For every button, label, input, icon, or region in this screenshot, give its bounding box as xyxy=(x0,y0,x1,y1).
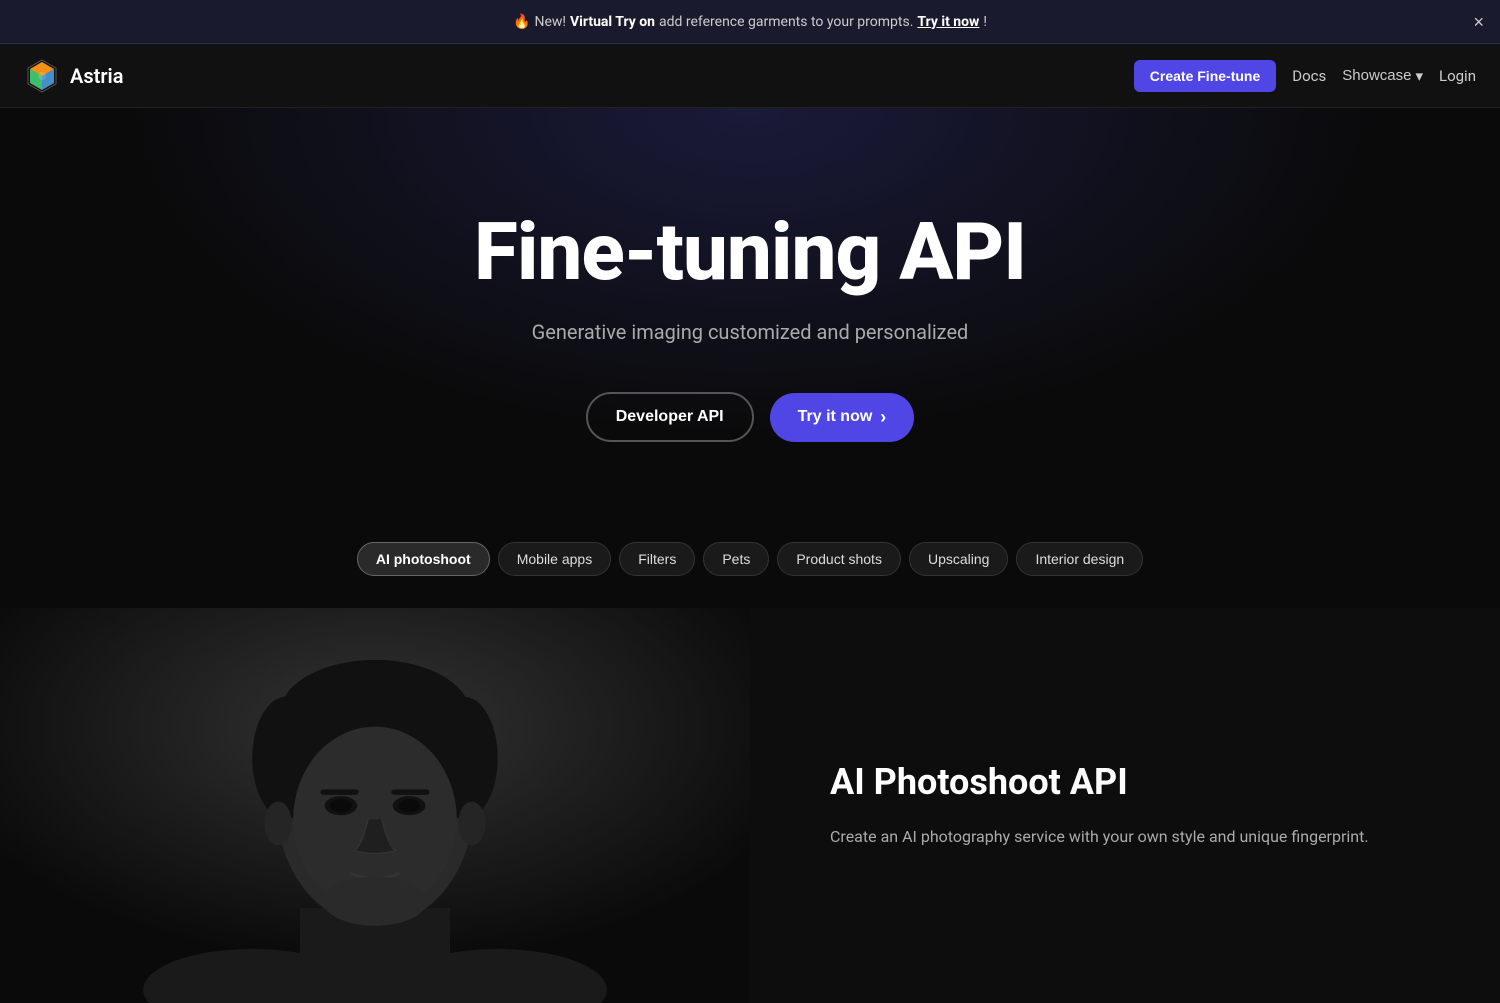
banner-try-link[interactable]: Try it now xyxy=(917,14,979,30)
login-link[interactable]: Login xyxy=(1439,67,1476,85)
banner-content: 🔥 New! Virtual Try on add reference garm… xyxy=(513,14,987,30)
content-section: AI Photoshoot API Create an AI photograp… xyxy=(0,608,1500,1003)
astria-logo-icon xyxy=(24,58,60,94)
banner-bold-text: Virtual Try on xyxy=(570,14,655,30)
navbar-right: Create Fine-tune Docs Showcase ▾ Login xyxy=(1134,60,1476,92)
banner-prefix: New! xyxy=(534,14,566,30)
try-now-label: Try it now xyxy=(798,408,873,426)
content-image-column xyxy=(0,608,750,1003)
brand-logo-link[interactable]: Astria xyxy=(24,58,124,94)
create-fine-tune-button[interactable]: Create Fine-tune xyxy=(1134,60,1276,92)
category-tab-product-shots[interactable]: Product shots xyxy=(777,542,901,576)
banner-suffix: ! xyxy=(983,14,987,30)
chevron-down-icon: ▾ xyxy=(1415,67,1423,85)
banner-emoji: 🔥 xyxy=(513,14,530,30)
hero-buttons: Developer API Try it now › xyxy=(24,392,1476,442)
portrait-svg xyxy=(0,608,750,1003)
banner-middle-text: add reference garments to your prompts. xyxy=(659,14,913,30)
banner-close-button[interactable]: × xyxy=(1473,13,1484,31)
category-tab-interior-design[interactable]: Interior design xyxy=(1016,542,1143,576)
category-tabs: AI photoshootMobile appsFiltersPetsProdu… xyxy=(0,502,1500,576)
hero-section: Fine-tuning API Generative imaging custo… xyxy=(0,108,1500,502)
showcase-dropdown-button[interactable]: Showcase ▾ xyxy=(1342,67,1423,85)
arrow-right-icon: › xyxy=(880,407,886,428)
category-tab-ai-photoshoot[interactable]: AI photoshoot xyxy=(357,542,490,576)
content-text-column: AI Photoshoot API Create an AI photograp… xyxy=(750,608,1500,1003)
showcase-label: Showcase xyxy=(1342,67,1411,84)
category-tab-pets[interactable]: Pets xyxy=(703,542,769,576)
brand-name: Astria xyxy=(70,64,124,88)
category-tab-upscaling[interactable]: Upscaling xyxy=(909,542,1008,576)
content-section-desc: Create an AI photography service with yo… xyxy=(830,823,1420,850)
hero-title: Fine-tuning API xyxy=(24,208,1476,296)
docs-link[interactable]: Docs xyxy=(1292,67,1326,85)
announcement-banner: 🔥 New! Virtual Try on add reference garm… xyxy=(0,0,1500,44)
category-tab-mobile-apps[interactable]: Mobile apps xyxy=(498,542,612,576)
developer-api-button[interactable]: Developer API xyxy=(586,392,754,442)
navbar: Astria Create Fine-tune Docs Showcase ▾ … xyxy=(0,44,1500,108)
category-tab-filters[interactable]: Filters xyxy=(619,542,695,576)
photoshoot-image xyxy=(0,608,750,1003)
try-it-now-button[interactable]: Try it now › xyxy=(770,393,915,442)
content-section-heading: AI Photoshoot API xyxy=(830,761,1420,803)
hero-subtitle: Generative imaging customized and person… xyxy=(24,320,1476,344)
